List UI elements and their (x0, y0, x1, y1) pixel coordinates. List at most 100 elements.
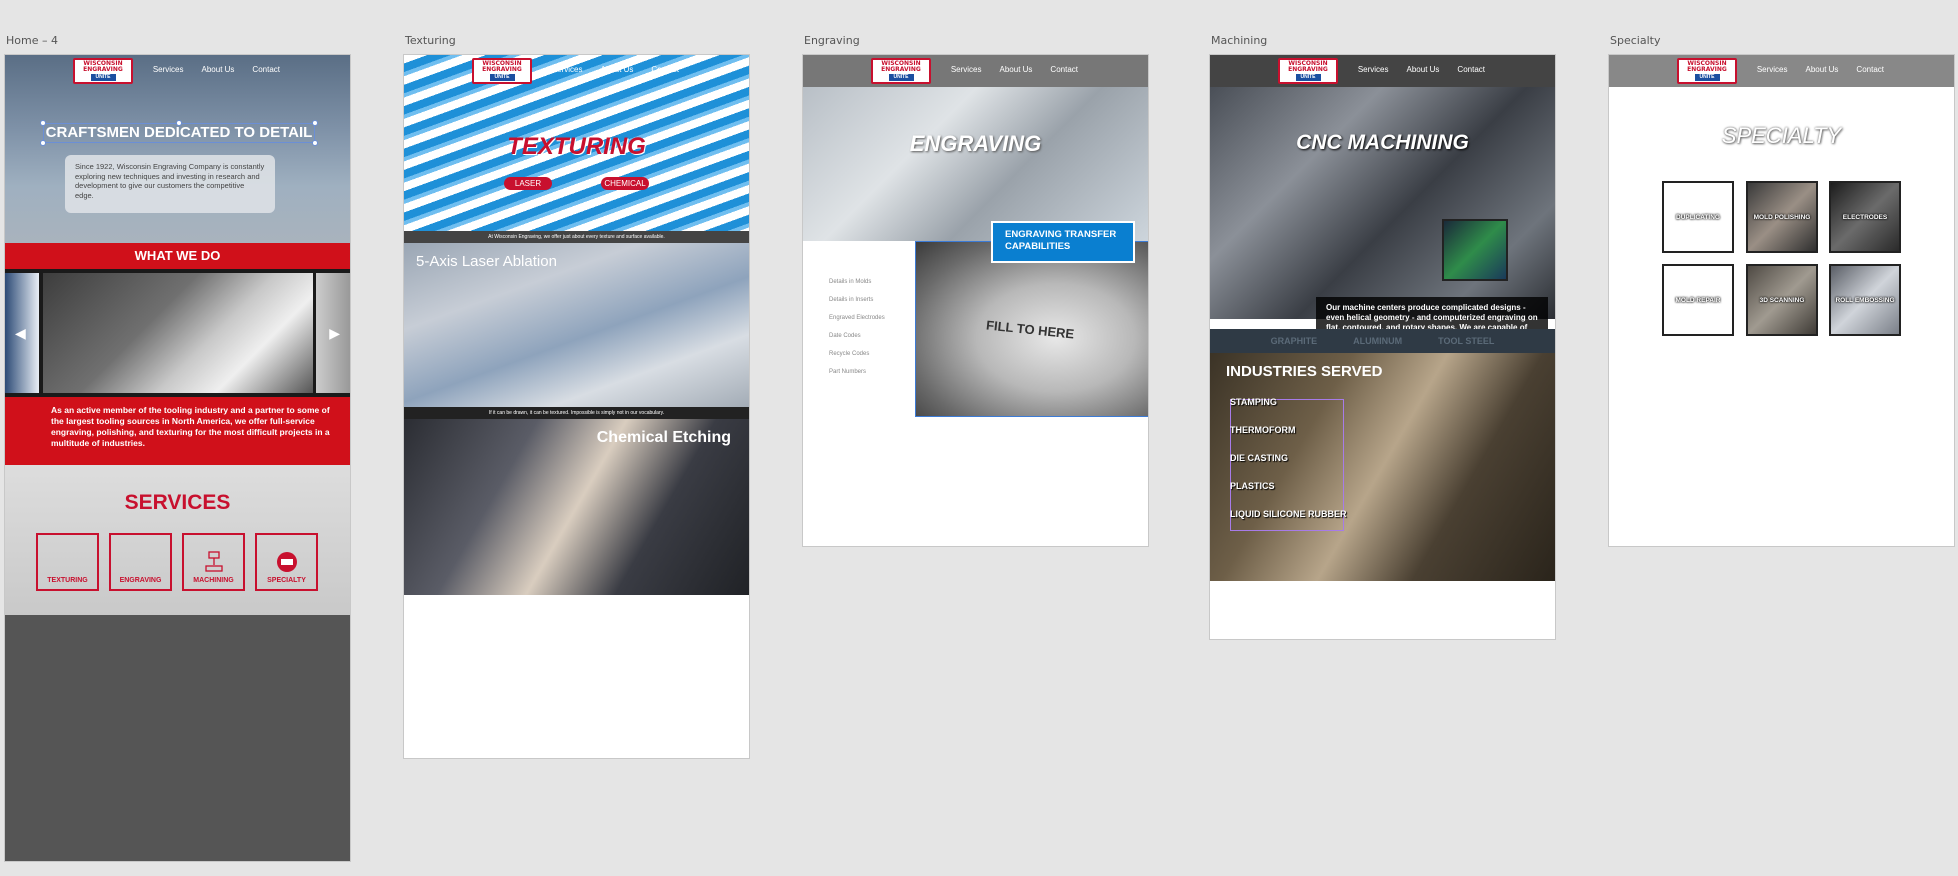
machining-hero: CNC MACHINING Our machine centers produc… (1210, 87, 1555, 352)
engraving-transfer-box: ENGRAVING TRANSFER CAPABILITIES (991, 221, 1135, 263)
logo-text-2: ENGRAVING (1687, 66, 1727, 73)
service-specialty-button[interactable]: SPECIALTY (255, 533, 318, 591)
engraving-photo[interactable]: FILL TO HERE (915, 241, 1148, 417)
nav-services[interactable]: Services (951, 65, 982, 74)
artboard-label-engraving[interactable]: Engraving (804, 34, 860, 47)
artboard-specialty[interactable]: WISCONSIN ENGRAVING UNITE Services About… (1608, 54, 1955, 547)
nav-services[interactable]: Services (153, 65, 184, 74)
services-section: SERVICES TEXTURING ENGRAVING MACHINING S… (5, 465, 350, 615)
artboard-engraving[interactable]: WISCONSIN ENGRAVING UNITE Services About… (802, 54, 1149, 547)
nav-about[interactable]: About Us (202, 65, 235, 74)
company-logo[interactable]: WISCONSIN ENGRAVING UNITE (871, 58, 931, 84)
company-logo[interactable]: WISCONSIN ENGRAVING UNITE (472, 58, 532, 84)
nav-about[interactable]: About Us (1806, 65, 1839, 74)
tab-aluminum[interactable]: ALUMINUM (1353, 336, 1402, 346)
nav-about[interactable]: About Us (601, 65, 634, 74)
gallery-next-icon[interactable]: ▶ (329, 325, 340, 342)
artboard-label-texturing[interactable]: Texturing (405, 34, 456, 47)
company-logo[interactable]: WISCONSIN ENGRAVING UNITE (1278, 58, 1338, 84)
hero-intro-card: Since 1922, Wisconsin Engraving Company … (65, 155, 275, 213)
list-item: Details in Molds (829, 279, 872, 285)
hero-title[interactable]: CRAFTSMEN DEDICATED TO DETAIL (43, 123, 315, 143)
artboard-home[interactable]: WISCONSIN ENGRAVING UNITE Services About… (4, 54, 351, 862)
tile-mold-repair[interactable]: MOLD REPAIR (1662, 264, 1734, 336)
company-logo[interactable]: WISCONSIN ENGRAVING UNITE (73, 58, 133, 84)
nav-services[interactable]: Services (1757, 65, 1788, 74)
about-paragraph: As an active member of the tooling indus… (5, 397, 350, 465)
chemical-etching-section: Chemical Etching (404, 419, 749, 595)
nav-links: Services About Us Contact (552, 65, 679, 74)
nav-services[interactable]: Services (552, 65, 583, 74)
texturing-nav: WISCONSIN ENGRAVING UNITE Services About… (404, 55, 749, 87)
texturing-tagline-strip: If it can be drawn, it can be textured. … (404, 407, 749, 419)
industries-list: STAMPING THERMOFORM DIE CASTING PLASTICS… (1230, 397, 1347, 537)
nav-links: Services About Us Contact (153, 65, 280, 74)
selection-handle[interactable] (176, 120, 182, 126)
specialty-title: SPECIALTY (1721, 123, 1842, 148)
machining-nav: WISCONSIN ENGRAVING UNITE Services About… (1210, 55, 1555, 87)
nav-links: Services About Us Contact (1757, 65, 1884, 74)
logo-text-3: UNITE (1295, 74, 1321, 81)
nav-links: Services About Us Contact (1358, 65, 1485, 74)
list-item: STAMPING (1230, 397, 1277, 407)
services-title: SERVICES (124, 491, 231, 514)
home-nav: WISCONSIN ENGRAVING UNITE Services About… (5, 55, 350, 87)
tile-label: ELECTRODES (1842, 213, 1888, 221)
texturing-title: TEXTURING (507, 133, 646, 160)
tile-label: 3D SCANNING (1759, 296, 1805, 304)
tile-electrodes[interactable]: ELECTRODES (1829, 181, 1901, 253)
specialty-badge-icon (276, 552, 297, 572)
logo-text-2: ENGRAVING (482, 66, 522, 73)
gallery-prev-icon[interactable]: ◀ (15, 325, 26, 342)
company-logo[interactable]: WISCONSIN ENGRAVING UNITE (1677, 58, 1737, 84)
selection-handle[interactable] (40, 140, 46, 146)
selection-handle[interactable] (40, 120, 46, 126)
artboard-texturing[interactable]: WISCONSIN ENGRAVING UNITE Services About… (403, 54, 750, 759)
nav-contact[interactable]: Contact (651, 65, 679, 74)
nav-contact[interactable]: Contact (1457, 65, 1485, 74)
selection-handle[interactable] (312, 120, 318, 126)
tile-3d-scanning[interactable]: 3D SCANNING (1746, 264, 1818, 336)
list-item: DIE CASTING (1230, 453, 1289, 463)
gallery-image-main (43, 273, 313, 393)
service-texturing-button[interactable]: TEXTURING (36, 533, 99, 591)
artboard-label-home[interactable]: Home – 4 (6, 34, 58, 47)
logo-text-3: UNITE (489, 74, 515, 81)
nav-contact[interactable]: Contact (252, 65, 280, 74)
material-tabs: GRAPHITE ALUMINUM TOOL STEEL (1210, 329, 1555, 353)
list-item: Details in Inserts (829, 297, 874, 303)
tile-roll-embossing[interactable]: ROLL EMBOSSING (1829, 264, 1901, 336)
service-engraving-button[interactable]: ENGRAVING (109, 533, 172, 591)
what-we-do-gallery: ◀ ▶ (5, 269, 350, 397)
nav-links: Services About Us Contact (951, 65, 1078, 74)
machining-title: CNC MACHINING (1296, 131, 1469, 154)
tab-tool-steel[interactable]: TOOL STEEL (1438, 336, 1494, 346)
tab-graphite[interactable]: GRAPHITE (1271, 336, 1318, 346)
nav-contact[interactable]: Contact (1050, 65, 1078, 74)
service-texturing-label: TEXTURING (47, 577, 88, 584)
nav-about[interactable]: About Us (1407, 65, 1440, 74)
list-item: PLASTICS (1230, 481, 1275, 491)
logo-text-3: UNITE (1694, 74, 1720, 81)
laser-ablation-section: 5-Axis Laser Ablation (404, 243, 749, 407)
laser-pill-button[interactable]: LASER (504, 177, 552, 190)
tile-duplicating[interactable]: DUPLICATING (1662, 181, 1734, 253)
nav-services[interactable]: Services (1358, 65, 1389, 74)
list-item: Date Codes (829, 333, 861, 339)
cad-screen-image (1442, 219, 1508, 281)
selection-handle[interactable] (312, 140, 318, 146)
tile-label: MOLD REPAIR (1675, 296, 1721, 304)
logo-text-2: ENGRAVING (1288, 66, 1328, 73)
artboard-label-specialty[interactable]: Specialty (1610, 34, 1660, 47)
tile-mold-polishing[interactable]: MOLD POLISHING (1746, 181, 1818, 253)
logo-text-3: UNITE (90, 74, 116, 81)
artboard-machining[interactable]: WISCONSIN ENGRAVING UNITE Services About… (1209, 54, 1556, 640)
list-item: LIQUID SILICONE RUBBER (1230, 509, 1347, 519)
nav-about[interactable]: About Us (1000, 65, 1033, 74)
chemical-pill-button[interactable]: CHEMICAL (601, 177, 649, 190)
service-machining-button[interactable]: MACHINING (182, 533, 245, 591)
nav-contact[interactable]: Contact (1856, 65, 1884, 74)
artboard-label-machining[interactable]: Machining (1211, 34, 1267, 47)
engraving-hero: ENGRAVING (803, 87, 1148, 241)
engraving-capability-list: Details in Molds Details in Inserts Engr… (829, 279, 885, 387)
